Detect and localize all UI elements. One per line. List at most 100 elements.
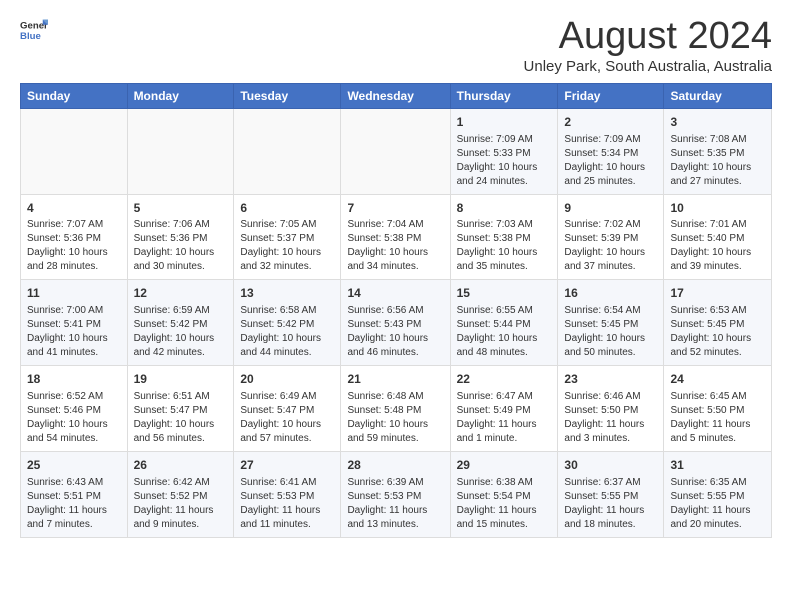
sunset-text: Sunset: 5:50 PM [670,405,744,416]
daylight-text: Daylight: 11 hours and 18 minutes. [564,505,644,530]
sunrise-text: Sunrise: 6:48 AM [347,391,423,402]
sunset-text: Sunset: 5:44 PM [457,319,531,330]
sunset-text: Sunset: 5:46 PM [27,405,101,416]
logo: General Blue [20,16,48,44]
sunset-text: Sunset: 5:53 PM [347,491,421,502]
calendar-cell: 2Sunrise: 7:09 AMSunset: 5:34 PMDaylight… [558,108,664,194]
calendar-cell: 26Sunrise: 6:42 AMSunset: 5:52 PMDayligh… [127,451,234,537]
calendar-cell: 4Sunrise: 7:07 AMSunset: 5:36 PMDaylight… [21,194,128,280]
day-number: 2 [564,114,657,131]
calendar-title: August 2024 [524,16,772,58]
sunset-text: Sunset: 5:36 PM [134,233,208,244]
sunset-text: Sunset: 5:34 PM [564,148,638,159]
daylight-text: Daylight: 10 hours and 30 minutes. [134,247,215,272]
sunrise-text: Sunrise: 7:06 AM [134,219,210,230]
sunrise-text: Sunrise: 7:03 AM [457,219,533,230]
sunset-text: Sunset: 5:47 PM [134,405,208,416]
calendar-cell: 21Sunrise: 6:48 AMSunset: 5:48 PMDayligh… [341,366,450,452]
daylight-text: Daylight: 10 hours and 56 minutes. [134,419,215,444]
sunset-text: Sunset: 5:53 PM [240,491,314,502]
sunset-text: Sunset: 5:42 PM [240,319,314,330]
day-number: 17 [670,285,765,302]
day-number: 22 [457,371,552,388]
daylight-text: Daylight: 10 hours and 46 minutes. [347,333,428,358]
calendar-table: SundayMondayTuesdayWednesdayThursdayFrid… [20,83,772,538]
calendar-cell: 31Sunrise: 6:35 AMSunset: 5:55 PMDayligh… [664,451,772,537]
calendar-cell: 8Sunrise: 7:03 AMSunset: 5:38 PMDaylight… [450,194,558,280]
day-number: 20 [240,371,334,388]
day-number: 9 [564,200,657,217]
calendar-cell: 12Sunrise: 6:59 AMSunset: 5:42 PMDayligh… [127,280,234,366]
title-block: August 2024 Unley Park, South Australia,… [524,16,772,75]
sunrise-text: Sunrise: 6:55 AM [457,305,533,316]
sunrise-text: Sunrise: 7:04 AM [347,219,423,230]
calendar-cell: 27Sunrise: 6:41 AMSunset: 5:53 PMDayligh… [234,451,341,537]
calendar-week-row: 4Sunrise: 7:07 AMSunset: 5:36 PMDaylight… [21,194,772,280]
daylight-text: Daylight: 10 hours and 42 minutes. [134,333,215,358]
sunrise-text: Sunrise: 6:53 AM [670,305,746,316]
day-number: 11 [27,285,121,302]
weekday-header: Thursday [450,83,558,108]
daylight-text: Daylight: 11 hours and 15 minutes. [457,505,537,530]
sunrise-text: Sunrise: 6:42 AM [134,477,210,488]
sunrise-text: Sunrise: 6:35 AM [670,477,746,488]
daylight-text: Daylight: 11 hours and 5 minutes. [670,419,750,444]
sunset-text: Sunset: 5:40 PM [670,233,744,244]
daylight-text: Daylight: 10 hours and 59 minutes. [347,419,428,444]
daylight-text: Daylight: 10 hours and 41 minutes. [27,333,108,358]
sunrise-text: Sunrise: 7:00 AM [27,305,103,316]
day-number: 24 [670,371,765,388]
daylight-text: Daylight: 10 hours and 48 minutes. [457,333,538,358]
sunset-text: Sunset: 5:47 PM [240,405,314,416]
calendar-cell [341,108,450,194]
day-number: 5 [134,200,228,217]
sunset-text: Sunset: 5:45 PM [564,319,638,330]
daylight-text: Daylight: 10 hours and 54 minutes. [27,419,108,444]
day-number: 19 [134,371,228,388]
daylight-text: Daylight: 10 hours and 32 minutes. [240,247,321,272]
sunset-text: Sunset: 5:35 PM [670,148,744,159]
day-number: 18 [27,371,121,388]
sunset-text: Sunset: 5:38 PM [457,233,531,244]
daylight-text: Daylight: 10 hours and 28 minutes. [27,247,108,272]
sunset-text: Sunset: 5:55 PM [670,491,744,502]
sunrise-text: Sunrise: 6:46 AM [564,391,640,402]
daylight-text: Daylight: 10 hours and 50 minutes. [564,333,645,358]
calendar-cell: 9Sunrise: 7:02 AMSunset: 5:39 PMDaylight… [558,194,664,280]
sunrise-text: Sunrise: 7:02 AM [564,219,640,230]
day-number: 6 [240,200,334,217]
calendar-cell: 29Sunrise: 6:38 AMSunset: 5:54 PMDayligh… [450,451,558,537]
sunrise-text: Sunrise: 6:45 AM [670,391,746,402]
sunrise-text: Sunrise: 7:05 AM [240,219,316,230]
calendar-cell: 20Sunrise: 6:49 AMSunset: 5:47 PMDayligh… [234,366,341,452]
logo-icon: General Blue [20,16,48,44]
day-number: 28 [347,457,443,474]
day-number: 21 [347,371,443,388]
day-number: 10 [670,200,765,217]
daylight-text: Daylight: 11 hours and 13 minutes. [347,505,427,530]
daylight-text: Daylight: 11 hours and 9 minutes. [134,505,214,530]
calendar-cell: 23Sunrise: 6:46 AMSunset: 5:50 PMDayligh… [558,366,664,452]
daylight-text: Daylight: 10 hours and 27 minutes. [670,162,751,187]
calendar-cell: 15Sunrise: 6:55 AMSunset: 5:44 PMDayligh… [450,280,558,366]
daylight-text: Daylight: 10 hours and 25 minutes. [564,162,645,187]
weekday-header-row: SundayMondayTuesdayWednesdayThursdayFrid… [21,83,772,108]
day-number: 3 [670,114,765,131]
calendar-cell: 13Sunrise: 6:58 AMSunset: 5:42 PMDayligh… [234,280,341,366]
day-number: 31 [670,457,765,474]
daylight-text: Daylight: 11 hours and 7 minutes. [27,505,107,530]
sunrise-text: Sunrise: 6:54 AM [564,305,640,316]
daylight-text: Daylight: 10 hours and 44 minutes. [240,333,321,358]
daylight-text: Daylight: 10 hours and 57 minutes. [240,419,321,444]
sunset-text: Sunset: 5:45 PM [670,319,744,330]
daylight-text: Daylight: 10 hours and 37 minutes. [564,247,645,272]
sunrise-text: Sunrise: 6:51 AM [134,391,210,402]
sunrise-text: Sunrise: 6:38 AM [457,477,533,488]
sunset-text: Sunset: 5:50 PM [564,405,638,416]
calendar-cell: 30Sunrise: 6:37 AMSunset: 5:55 PMDayligh… [558,451,664,537]
day-number: 16 [564,285,657,302]
calendar-subtitle: Unley Park, South Australia, Australia [524,58,772,75]
sunrise-text: Sunrise: 6:58 AM [240,305,316,316]
sunrise-text: Sunrise: 7:09 AM [457,134,533,145]
calendar-cell: 17Sunrise: 6:53 AMSunset: 5:45 PMDayligh… [664,280,772,366]
